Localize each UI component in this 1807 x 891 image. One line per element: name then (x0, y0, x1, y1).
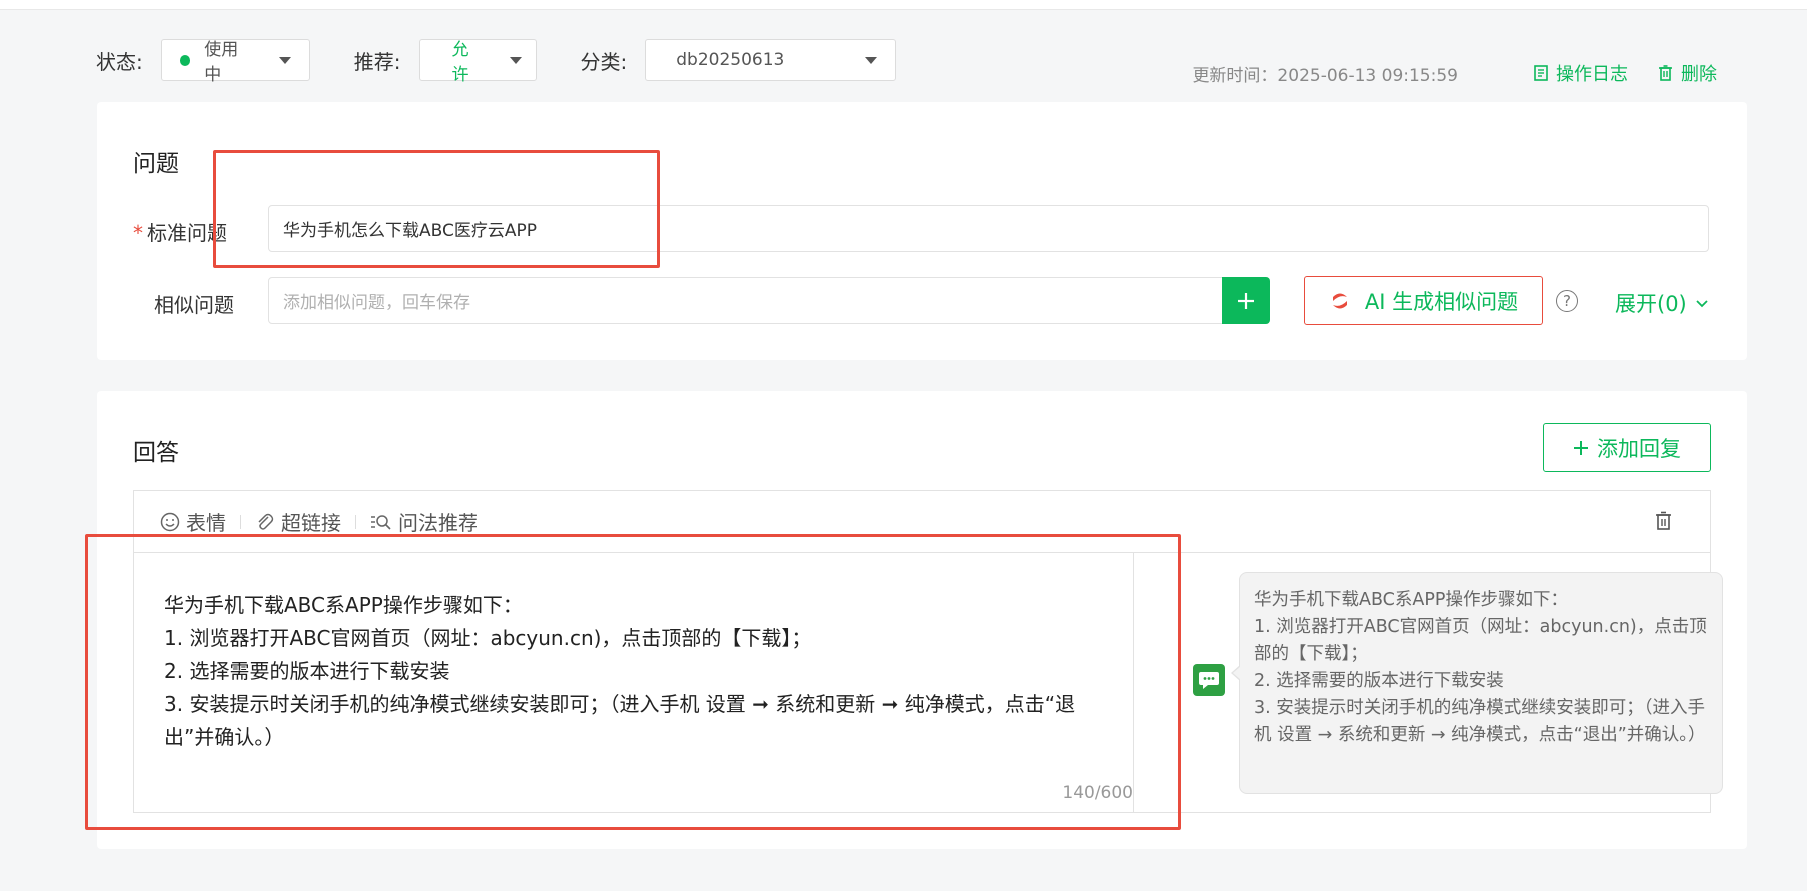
answer-line: 2. 选择需要的版本进行下载安装 (164, 659, 450, 683)
caret-down-icon (865, 56, 878, 64)
question-recommend-label: 问法推荐 (398, 511, 478, 535)
similar-question-input[interactable]: 添加相似问题，回车保存 (268, 277, 1228, 324)
meta-bar: 更新时间：2025-06-13 09:15:59 操作日志 删除 (1192, 60, 1717, 86)
required-mark: * (133, 221, 143, 245)
preview-line: 3. 安装提示时关闭手机的纯净模式继续安装即可；（进入手机 设置 → 系统和更新… (1254, 698, 1706, 745)
plus-icon (1574, 440, 1588, 455)
char-counter: 140/600 (1062, 783, 1133, 803)
standard-question-label: * 标准问题 (133, 217, 227, 246)
top-bar (0, 0, 1807, 10)
category-select[interactable]: db20250613 (645, 39, 897, 81)
caret-down-icon (278, 56, 291, 64)
category-label: 分类: (580, 49, 628, 74)
help-icon[interactable]: ? (1556, 290, 1578, 312)
standard-question-label-text: 标准问题 (147, 221, 227, 245)
delete-reply-button[interactable] (1655, 511, 1672, 536)
question-recommend-tool[interactable]: 问法推荐 (370, 507, 478, 536)
emoji-label: 表情 (186, 511, 226, 535)
answer-text-area[interactable]: 华为手机下载ABC系APP操作步骤如下： 1. 浏览器打开ABC官网首页（网址：… (134, 553, 1134, 812)
hyperlink-tool[interactable]: 超链接 (255, 507, 341, 536)
search-list-icon (371, 514, 391, 530)
paperclip-icon (258, 513, 274, 530)
answer-line: 1. 浏览器打开ABC官网首页（网址：abcyun.cn)，点击顶部的【下载】； (164, 626, 812, 650)
filter-bar: 状态: 使用中 推荐: 允许 分类: db20250613 (96, 38, 940, 85)
answer-card: 回答 添加回复 表情 超链接 问法推荐 华为手机下载ABC系APP操作步骤如下：… (97, 391, 1747, 849)
preview-line: 1. 浏览器打开ABC官网首页（网址：abcyun.cn)，点击顶部的【下载】； (1254, 617, 1707, 664)
preview-line: 2. 选择需要的版本进行下载安装 (1254, 671, 1504, 691)
expand-button[interactable]: 展开(0) (1615, 288, 1709, 318)
similar-question-label: 相似问题 (154, 293, 234, 317)
hyperlink-label: 超链接 (281, 511, 341, 535)
status-select[interactable]: 使用中 (160, 39, 310, 85)
ai-logo-icon (1332, 293, 1347, 308)
toolbar-divider (355, 514, 356, 529)
chevron-down-icon (1696, 300, 1708, 308)
question-card: 问题 * 标准问题 华为手机怎么下载ABC医疗云APP 相似问题 添加相似问题，回… (97, 102, 1747, 360)
ai-generate-label: AI 生成相似问题 (1364, 289, 1519, 314)
toolbar-divider (240, 514, 241, 529)
answer-line: 华为手机下载ABC系APP操作步骤如下： (164, 593, 523, 617)
preview-bubble: 华为手机下载ABC系APP操作步骤如下： 1. 浏览器打开ABC官网首页（网址：… (1231, 572, 1723, 794)
chat-avatar-icon (1193, 664, 1225, 696)
updated-time: 更新时间：2025-06-13 09:15:59 (1192, 65, 1458, 86)
expand-label: 展开(0) (1615, 292, 1687, 316)
delete-label: 删除 (1681, 64, 1717, 85)
emoji-tool[interactable]: 表情 (160, 507, 226, 536)
recommend-value: 允许 (451, 40, 469, 85)
delete-link[interactable]: 删除 (1658, 60, 1717, 86)
answer-line: 3. 安装提示时关闭手机的纯净模式继续安装即可；（进入手机 设置 ➞ 系统和更新… (164, 692, 1076, 749)
recommend-select[interactable]: 允许 (418, 39, 537, 85)
operation-log-label: 操作日志 (1556, 64, 1628, 85)
question-title: 问题 (133, 151, 179, 177)
status-label: 状态: (96, 49, 143, 74)
plus-icon (1238, 292, 1254, 309)
ai-generate-button[interactable]: AI 生成相似问题 (1304, 276, 1543, 325)
add-reply-button[interactable]: 添加回复 (1543, 423, 1711, 472)
smile-icon (160, 512, 180, 531)
add-similar-button[interactable] (1222, 277, 1270, 324)
add-reply-label: 添加回复 (1597, 436, 1681, 461)
status-dot-icon (179, 54, 191, 66)
standard-question-input[interactable]: 华为手机怎么下载ABC医疗云APP (268, 205, 1709, 252)
operation-log-link[interactable]: 操作日志 (1534, 60, 1628, 86)
category-value: db20250613 (676, 50, 785, 70)
status-value: 使用中 (204, 40, 239, 85)
answer-title: 回答 (133, 440, 179, 466)
trash-icon (1656, 511, 1671, 530)
editor-toolbar: 表情 超链接 问法推荐 (134, 491, 1710, 553)
answer-editor: 表情 超链接 问法推荐 华为手机下载ABC系APP操作步骤如下： 1. 浏览器打… (133, 490, 1723, 813)
caret-down-icon (509, 56, 522, 64)
recommend-label: 推荐: (353, 49, 401, 74)
trash-icon (1659, 65, 1672, 81)
preview-line: 华为手机下载ABC系APP操作步骤如下： (1254, 590, 1568, 610)
document-icon (1534, 65, 1548, 81)
